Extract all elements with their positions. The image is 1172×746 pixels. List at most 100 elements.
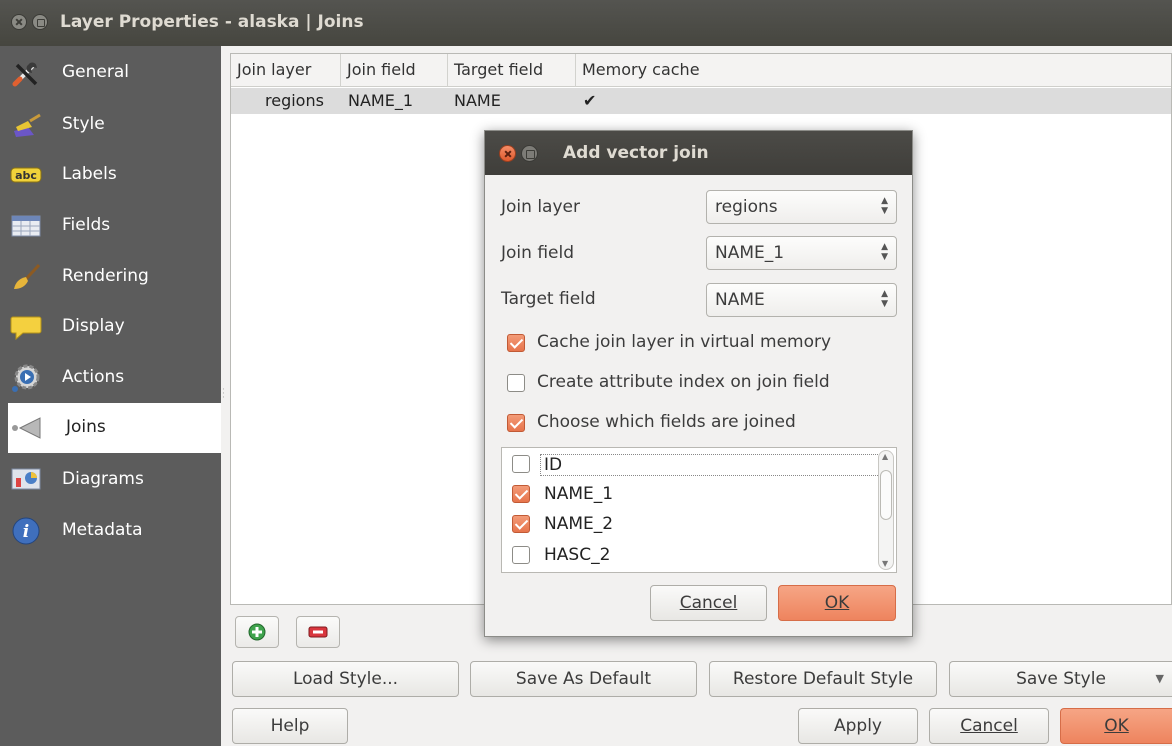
ok-label: OK [1104, 716, 1129, 736]
scroll-down-icon[interactable]: ▼ [882, 559, 888, 568]
table-header: Join layer Join field Target field Memor… [231, 54, 1171, 87]
field-checkbox-id[interactable] [512, 455, 530, 473]
field-label: NAME_1 [544, 484, 614, 504]
splitter-handle[interactable]: · · · [222, 386, 228, 403]
cache-join-layer-label: Cache join layer in virtual memory [537, 332, 832, 352]
column-header-join-layer[interactable]: Join layer [231, 54, 341, 87]
join-layer-label: Join layer [501, 197, 580, 217]
ok-button[interactable]: OK [1060, 708, 1172, 744]
dialog-close-icon[interactable] [499, 145, 516, 162]
sidebar-item-fields[interactable]: Fields [8, 201, 221, 251]
sidebar-item-metadata[interactable]: i Metadata [8, 506, 221, 556]
brush-icon [10, 261, 42, 293]
scrollbar-thumb[interactable] [880, 470, 892, 520]
sidebar-item-label: Joins [66, 417, 106, 437]
window-minimize-icon[interactable] [32, 14, 48, 30]
column-header-target-field[interactable]: Target field [448, 54, 576, 87]
dialog-ok-button[interactable]: OK [778, 585, 896, 621]
dialog-title: Add vector join [563, 143, 709, 163]
cell-join-layer: regions [265, 91, 324, 110]
sidebar-item-label: Actions [62, 367, 125, 387]
load-style-button[interactable]: Load Style... [232, 661, 459, 697]
dialog-ok-label: OK [824, 593, 850, 613]
joined-fields-list[interactable]: ID NAME_1 NAME_2 HASC_2 ▲ ▼ [501, 447, 897, 573]
sidebar-item-joins[interactable]: Joins [8, 403, 221, 453]
save-style-button[interactable]: Save Style ▼ [949, 661, 1172, 697]
join-field-label: Join field [501, 243, 574, 263]
add-join-button[interactable] [235, 616, 279, 648]
dialog-titlebar: Add vector join [485, 131, 912, 175]
cancel-label: Cancel [960, 716, 1018, 736]
remove-join-button[interactable] [296, 616, 340, 648]
choose-fields-label: Choose which fields are joined [537, 412, 796, 432]
svg-text:i: i [23, 522, 29, 542]
spinner-arrows-icon: ▲ ▼ [881, 196, 888, 216]
list-item-id[interactable]: ID [512, 453, 888, 483]
add-vector-join-dialog: Add vector join Join layer regions ▲ ▼ Jo… [484, 130, 913, 637]
field-label: HASC_2 [544, 545, 611, 565]
cache-join-layer-checkbox[interactable] [507, 334, 525, 352]
join-icon [10, 412, 42, 444]
sidebar-item-general[interactable]: General [8, 48, 221, 98]
sidebar-item-label: Rendering [62, 266, 149, 286]
join-layer-select[interactable]: regions ▲ ▼ [706, 190, 897, 224]
window-close-icon[interactable] [11, 14, 27, 30]
save-as-default-button[interactable]: Save As Default [470, 661, 697, 697]
help-button[interactable]: Help [232, 708, 348, 744]
choose-fields-checkbox[interactable] [507, 414, 525, 432]
create-attribute-index-label: Create attribute index on join field [537, 372, 830, 392]
diagram-icon [10, 464, 42, 496]
spinner-arrows-icon: ▲ ▼ [881, 242, 888, 262]
dialog-cancel-button[interactable]: Cancel [650, 585, 767, 621]
sidebar-item-label: Metadata [62, 520, 143, 540]
sidebar-item-labels[interactable]: abc Labels [8, 150, 221, 200]
column-header-join-field[interactable]: Join field [341, 54, 448, 87]
dialog-minimize-icon[interactable] [521, 145, 538, 162]
sidebar-item-rendering[interactable]: Rendering [8, 252, 221, 302]
create-attribute-index-checkbox[interactable] [507, 374, 525, 392]
target-field-label: Target field [501, 289, 596, 309]
scroll-up-icon[interactable]: ▲ [882, 452, 888, 461]
field-label: ID [540, 454, 884, 476]
sidebar-item-label: Fields [62, 215, 111, 235]
sidebar-item-label: Display [62, 316, 125, 336]
field-label: NAME_2 [544, 514, 614, 534]
sidebar-item-diagrams[interactable]: Diagrams [8, 455, 221, 505]
sidebar-item-label: Diagrams [62, 469, 144, 489]
gear-action-icon [10, 362, 42, 394]
table-icon [10, 210, 42, 242]
sidebar-item-style[interactable]: Style [8, 100, 221, 150]
table-row[interactable]: regions NAME_1 NAME ✔ [231, 88, 1171, 114]
spinner-arrows-icon: ▲ ▼ [881, 289, 888, 309]
target-field-select[interactable]: NAME ▲ ▼ [706, 283, 897, 317]
join-field-select[interactable]: NAME_1 ▲ ▼ [706, 236, 897, 270]
abc-label-icon: abc [10, 159, 42, 191]
cell-memory-cache: ✔ [583, 91, 597, 110]
sidebar-item-actions[interactable]: Actions [8, 353, 221, 403]
paint-brush-icon [10, 109, 42, 141]
restore-default-style-button[interactable]: Restore Default Style [709, 661, 937, 697]
cell-join-field: NAME_1 [348, 91, 414, 110]
join-field-value: NAME_1 [715, 243, 785, 263]
join-layer-value: regions [715, 197, 778, 217]
chevron-down-icon[interactable]: ▼ [1156, 672, 1164, 685]
dialog-cancel-label: Cancel [679, 593, 738, 613]
speech-bubble-icon [10, 311, 42, 343]
column-header-memory-cache[interactable]: Memory cache [576, 54, 1172, 87]
apply-button[interactable]: Apply [798, 708, 918, 744]
field-checkbox-name-1[interactable] [512, 485, 530, 503]
list-scrollbar[interactable]: ▲ ▼ [878, 450, 894, 570]
field-checkbox-name-2[interactable] [512, 515, 530, 533]
svg-text:abc: abc [15, 169, 37, 182]
cell-target-field: NAME [454, 91, 501, 110]
window-title: Layer Properties - alaska | Joins [60, 12, 364, 32]
wrench-screwdriver-icon [10, 57, 42, 89]
field-checkbox-hasc-2[interactable] [512, 546, 530, 564]
window-titlebar: Layer Properties - alaska | Joins [0, 0, 1172, 46]
target-field-value: NAME [715, 290, 765, 310]
info-icon: i [10, 515, 42, 547]
sidebar: General Style abc Labels Fields Renderin… [0, 46, 221, 746]
sidebar-item-label: General [62, 62, 129, 82]
cancel-button[interactable]: Cancel [929, 708, 1049, 744]
sidebar-item-display[interactable]: Display [8, 302, 221, 352]
